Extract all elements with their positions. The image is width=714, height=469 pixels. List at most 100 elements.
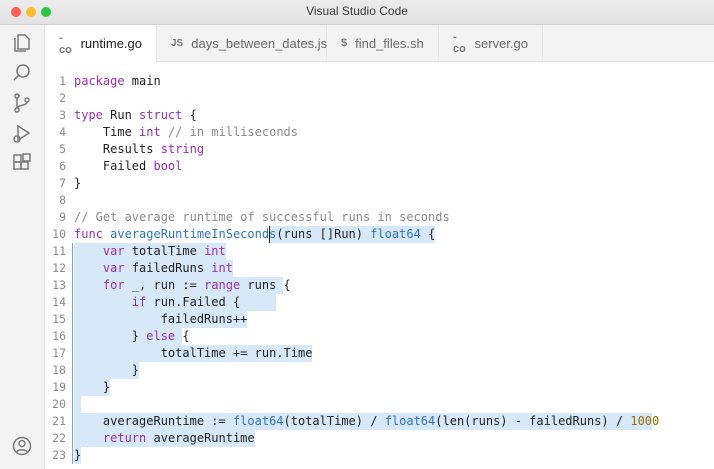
indent-guide bbox=[72, 243, 73, 464]
code-line[interactable]: 7} bbox=[45, 175, 714, 192]
code-line[interactable]: 20 bbox=[45, 396, 714, 413]
code-line[interactable]: 12 var failedRuns int bbox=[45, 260, 714, 277]
line-number: 2 bbox=[59, 91, 66, 105]
code-text[interactable]: if run.Failed { bbox=[74, 294, 240, 311]
go-file-icon: -co bbox=[453, 31, 466, 55]
code-line[interactable]: 1 package main bbox=[45, 73, 714, 90]
code-token: type bbox=[74, 108, 103, 122]
code-token: Time bbox=[74, 125, 140, 139]
line-number: 1 bbox=[59, 74, 66, 88]
code-token: int bbox=[211, 261, 233, 275]
code-line[interactable]: 22 return averageRuntime bbox=[45, 430, 714, 447]
code-token: float64 bbox=[384, 414, 436, 428]
code-text[interactable]: averageRuntime := float64(totalTime) / f… bbox=[74, 413, 659, 430]
code-token: { bbox=[420, 227, 436, 241]
tab-server-go[interactable]: -co server.go bbox=[439, 25, 543, 61]
code-token: } bbox=[74, 176, 82, 190]
line-number: 5 bbox=[59, 142, 66, 156]
code-text[interactable]: var failedRuns int bbox=[74, 260, 233, 277]
title-bar: Visual Studio Code bbox=[0, 0, 714, 25]
code-text[interactable]: // Get average runtime of successful run… bbox=[74, 209, 450, 226]
code-text[interactable]: } bbox=[74, 379, 110, 396]
line-number: 15 bbox=[52, 312, 66, 326]
source-control-icon[interactable] bbox=[11, 92, 33, 114]
code-token: run.Failed { bbox=[146, 295, 241, 309]
tab-find-files-sh[interactable]: $ find_files.sh bbox=[327, 25, 439, 61]
code-token: Results bbox=[74, 142, 161, 156]
code-text[interactable]: var totalTime int bbox=[74, 243, 226, 260]
code-line[interactable]: 9 // Get average runtime of successful ru… bbox=[45, 209, 714, 226]
line-number: 7 bbox=[59, 176, 66, 190]
code-text[interactable]: package main bbox=[74, 73, 161, 90]
code-text[interactable]: } bbox=[74, 447, 81, 464]
code-text[interactable]: Failed bool bbox=[74, 158, 183, 175]
code-line[interactable]: 18 } bbox=[45, 362, 714, 379]
tab-runtime-go[interactable]: -co runtime.go bbox=[45, 25, 157, 62]
code-token: Run bbox=[102, 108, 140, 122]
code-text[interactable]: func averageRuntimeInSeconds(runs []Run)… bbox=[74, 226, 435, 243]
code-token: struct bbox=[139, 108, 183, 122]
code-line[interactable]: 21 averageRuntime := float64(totalTime) … bbox=[45, 413, 714, 430]
tab-label: server.go bbox=[474, 35, 528, 51]
code-line[interactable]: 19 } bbox=[45, 379, 714, 396]
code-token: float64 bbox=[370, 227, 421, 241]
code-token: func bbox=[74, 227, 103, 241]
code-line[interactable]: 14 if run.Failed { bbox=[45, 294, 714, 311]
extensions-icon[interactable] bbox=[11, 152, 33, 174]
code-token: averageRuntime bbox=[146, 431, 255, 445]
code-token: int bbox=[204, 244, 226, 258]
code-token: (len(runs) - failedRuns) / bbox=[435, 414, 631, 428]
code-token: range bbox=[204, 278, 241, 292]
code-line[interactable]: 16 } else { bbox=[45, 328, 714, 345]
line-number: 19 bbox=[52, 380, 66, 394]
code-text[interactable]: type Run struct { bbox=[74, 107, 197, 124]
code-line[interactable]: 2 bbox=[45, 90, 714, 107]
tab-label: days_between_dates.js bbox=[191, 35, 328, 51]
code-editor[interactable]: 1 package main 2 3 type Run struct {4 Time i… bbox=[45, 62, 714, 469]
code-line[interactable]: 17 totalTime += run.Time bbox=[45, 345, 714, 362]
line-number: 20 bbox=[52, 397, 66, 411]
explorer-icon[interactable] bbox=[11, 32, 33, 54]
code-text[interactable]: return averageRuntime bbox=[74, 430, 255, 447]
go-file-icon: -co bbox=[59, 31, 72, 56]
code-line[interactable]: 8 bbox=[45, 192, 714, 209]
code-line[interactable]: 5 Results string bbox=[45, 141, 714, 158]
search-icon[interactable] bbox=[11, 62, 33, 84]
code-line[interactable]: 11 var totalTime int bbox=[45, 243, 714, 260]
code-line[interactable]: 3 type Run struct { bbox=[45, 107, 714, 124]
tab-bar: -co runtime.go JS days_between_dates.js … bbox=[45, 25, 714, 62]
code-text[interactable]: Time int // in milliseconds bbox=[74, 124, 298, 141]
code-token: float64 bbox=[232, 414, 284, 428]
code-line[interactable]: 23} bbox=[45, 447, 714, 464]
code-line[interactable]: 6 Failed bool bbox=[45, 158, 714, 175]
code-line[interactable]: 15 failedRuns++ bbox=[45, 311, 714, 328]
code-text[interactable]: Results string bbox=[74, 141, 204, 158]
code-token: var bbox=[102, 261, 125, 275]
code-token: averageRuntimeInSeconds bbox=[110, 227, 277, 241]
code-text[interactable]: } bbox=[74, 362, 139, 379]
code-text[interactable]: } bbox=[74, 175, 81, 192]
code-token: package bbox=[74, 74, 125, 88]
code-line[interactable]: 10 func averageRuntimeInSeconds(runs []Ru… bbox=[45, 226, 714, 243]
text-cursor bbox=[268, 226, 270, 243]
code-text[interactable]: } else { bbox=[74, 328, 190, 345]
window-title: Visual Studio Code bbox=[306, 4, 408, 18]
tab-days-between-dates-js[interactable]: JS days_between_dates.js bbox=[157, 25, 327, 61]
account-icon[interactable] bbox=[11, 435, 33, 457]
code-text[interactable]: for _, run := range runs { bbox=[74, 277, 291, 294]
code-line[interactable]: 4 Time int // in milliseconds bbox=[45, 124, 714, 141]
code-token: { bbox=[182, 108, 197, 122]
code-token: if bbox=[131, 295, 147, 309]
code-token: runs { bbox=[240, 278, 291, 292]
run-debug-icon[interactable] bbox=[11, 122, 33, 144]
code-token: 1000 bbox=[630, 414, 660, 428]
activity-bar bbox=[0, 25, 45, 469]
code-token: (totalTime) / bbox=[283, 414, 385, 428]
line-number: 22 bbox=[52, 431, 66, 445]
code-text[interactable]: totalTime += run.Time bbox=[74, 345, 313, 362]
code-text[interactable]: failedRuns++ bbox=[74, 311, 248, 328]
code-line[interactable]: 13 for _, run := range runs { bbox=[45, 277, 714, 294]
